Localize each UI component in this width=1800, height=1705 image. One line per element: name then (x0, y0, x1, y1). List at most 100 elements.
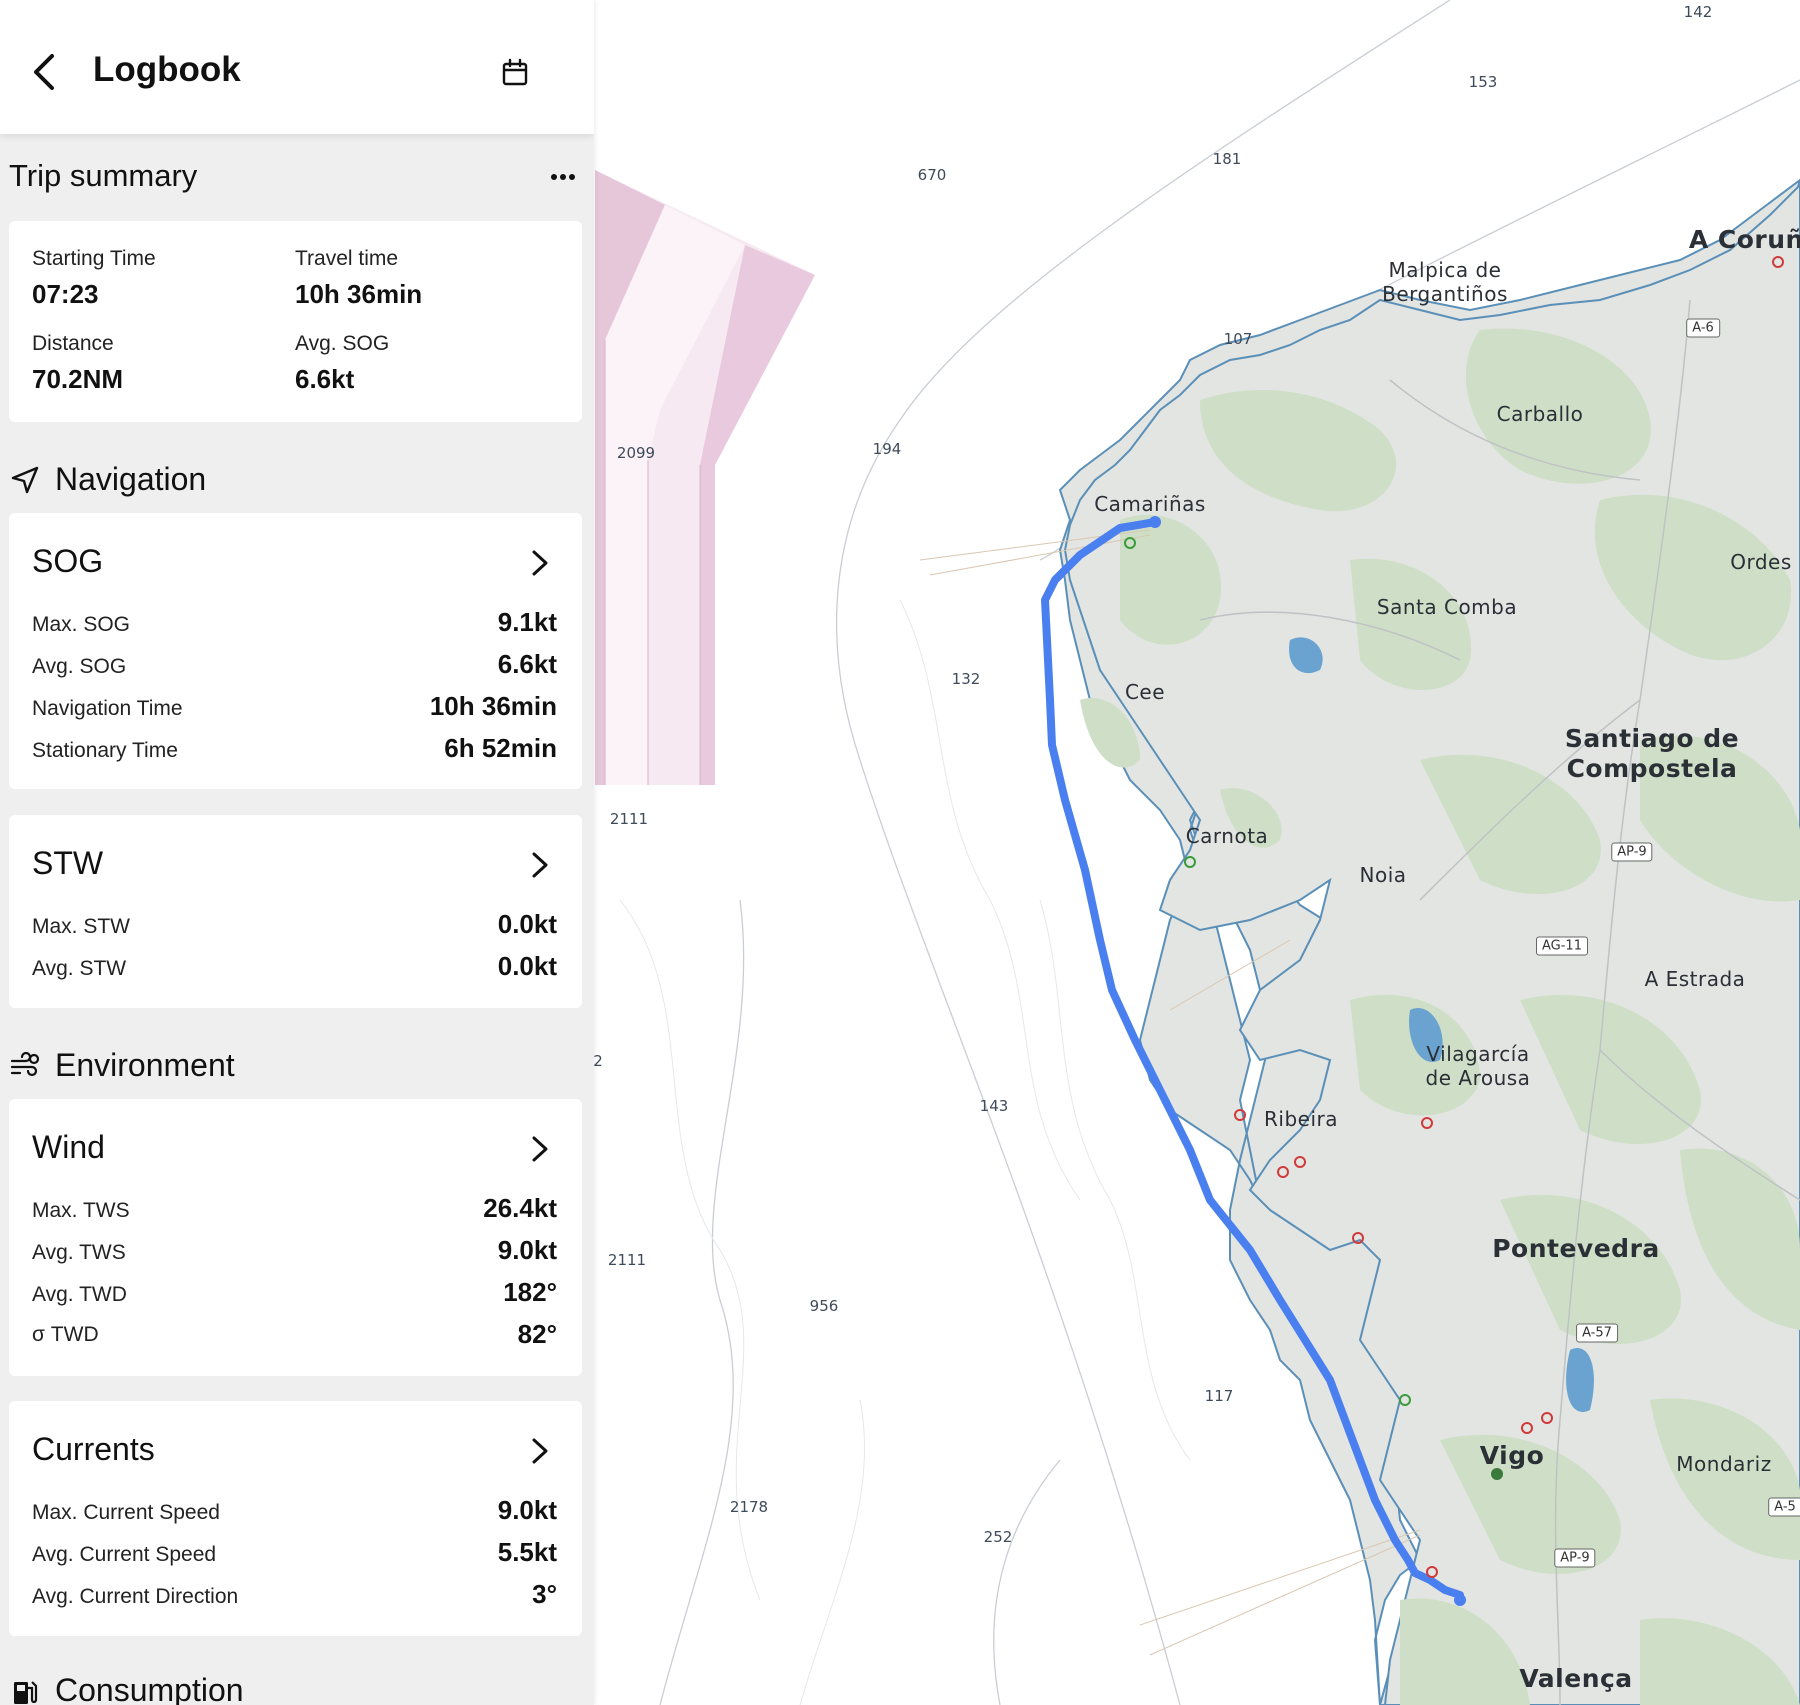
depth-label: 956 (809, 1297, 839, 1315)
wind-icon (10, 1051, 40, 1077)
depth-label: 153 (1468, 73, 1498, 91)
depth-label: 670 (917, 166, 947, 184)
depth-label: 117 (1204, 1387, 1234, 1405)
depth-label: 2 (593, 1052, 603, 1070)
more-options-icon[interactable] (550, 170, 576, 184)
town-label[interactable]: Camariñas (1094, 492, 1206, 516)
stat-value: 6h 52min (444, 733, 557, 763)
town-label[interactable]: Pontevedra (1492, 1234, 1660, 1264)
stat-label: Avg. Current Direction (32, 1585, 239, 1608)
depth-label: 2178 (729, 1498, 769, 1516)
sog-title: SOG (32, 543, 104, 579)
depth-label: 143 (979, 1097, 1009, 1115)
depth-label: 252 (983, 1528, 1013, 1546)
panel-header: Logbook (0, 0, 594, 134)
stat-value: 5.5kt (497, 1537, 557, 1567)
stat-label: Avg. Current Speed (32, 1543, 217, 1566)
town-label[interactable]: Malpica de Bergantiños (1380, 258, 1510, 306)
town-label[interactable]: Ribeira (1264, 1107, 1338, 1131)
town-label[interactable]: Santiago de Compostela (1552, 724, 1752, 784)
navigation-section-header: Navigation (0, 455, 594, 505)
chevron-right-icon[interactable] (529, 548, 551, 578)
stat-value: 82° (517, 1319, 557, 1349)
depth-label: 107 (1223, 330, 1253, 348)
road-shield: AP-9 (1611, 842, 1653, 862)
stat-value: 0.0kt (497, 951, 557, 981)
wind-card[interactable]: Wind Max. TWS 26.4kt Avg. TWS 9.0kt Avg.… (9, 1099, 582, 1376)
summary-value: 10h 36min (295, 279, 423, 309)
stat-value: 9.0kt (497, 1235, 557, 1265)
calendar-icon[interactable] (500, 58, 530, 88)
page-title: Logbook (93, 50, 241, 89)
stw-title: STW (32, 845, 104, 881)
town-label[interactable]: Vilagarcía de Arousa (1418, 1042, 1538, 1090)
stat-label: Avg. TWD (32, 1283, 127, 1306)
stat-value: 182° (503, 1277, 557, 1307)
stw-card[interactable]: STW Max. STW 0.0kt Avg. STW 0.0kt (9, 815, 582, 1008)
back-arrow-icon[interactable] (26, 50, 60, 94)
environment-section-header: Environment (0, 1041, 594, 1091)
stat-label: Avg. SOG (32, 655, 127, 678)
consumption-heading: Consumption (55, 1672, 244, 1705)
town-label[interactable]: A Estrada (1645, 967, 1746, 991)
road-shield: AG-11 (1536, 936, 1588, 956)
route-end-marker[interactable] (1454, 1594, 1466, 1606)
summary-value: 6.6kt (295, 364, 355, 394)
chevron-right-icon[interactable] (529, 850, 551, 880)
road-shield: A-57 (1576, 1323, 1618, 1343)
town-label[interactable]: Vigo (1480, 1441, 1545, 1471)
town-label[interactable]: Santa Comba (1377, 595, 1517, 619)
fuel-pump-icon (14, 1681, 38, 1704)
summary-value: 70.2NM (32, 364, 124, 394)
shipping-lane (595, 170, 815, 785)
stat-value: 6.6kt (497, 649, 557, 679)
town-label[interactable]: Noia (1359, 863, 1406, 887)
town-label[interactable]: Mondariz (1676, 1452, 1771, 1476)
depth-label: 132 (951, 670, 981, 688)
summary-label: Distance (32, 332, 114, 355)
chevron-right-icon[interactable] (529, 1134, 551, 1164)
trip-summary-title: Trip summary (9, 158, 198, 193)
stat-label: Max. STW (32, 915, 130, 938)
stat-value: 9.0kt (497, 1495, 557, 1525)
navigation-arrow-icon (11, 466, 39, 494)
depth-label: 2099 (616, 444, 656, 462)
stat-value: 0.0kt (497, 909, 557, 939)
road-shield: A-5 (1768, 1497, 1800, 1517)
logbook-panel: Logbook Trip summary Starting Time 07:23… (0, 0, 594, 1705)
stat-value: 3° (532, 1579, 557, 1609)
depth-label: 194 (872, 440, 902, 458)
stat-value: 9.1kt (497, 607, 557, 637)
summary-label: Starting Time (32, 247, 156, 270)
town-label[interactable]: Carballo (1497, 402, 1584, 426)
route-start-marker[interactable] (1149, 516, 1161, 528)
town-label[interactable]: Ordes (1730, 550, 1792, 574)
sog-card[interactable]: SOG Max. SOG 9.1kt Avg. SOG 6.6kt Naviga… (9, 513, 582, 789)
currents-card[interactable]: Currents Max. Current Speed 9.0kt Avg. C… (9, 1401, 582, 1636)
road-shield: AP-9 (1554, 1548, 1596, 1568)
stat-label: Max. Current Speed (32, 1501, 220, 1524)
chevron-right-icon[interactable] (529, 1436, 551, 1466)
summary-label: Travel time (295, 247, 399, 270)
depth-label: 142 (1683, 3, 1713, 21)
town-label[interactable]: A Coruña (1689, 225, 1800, 255)
town-label[interactable]: Cee (1125, 680, 1165, 704)
stat-value: 26.4kt (483, 1193, 557, 1223)
depth-label: 2111 (607, 1251, 647, 1269)
road-shield: A-6 (1686, 318, 1720, 338)
stat-label: Navigation Time (32, 697, 183, 720)
stat-label: Stationary Time (32, 739, 178, 762)
trip-summary-card: Starting Time 07:23 Travel time 10h 36mi… (9, 221, 582, 422)
stat-label: Avg. TWS (32, 1241, 126, 1264)
environment-heading: Environment (55, 1047, 235, 1083)
currents-title: Currents (32, 1431, 155, 1467)
summary-value: 07:23 (32, 279, 99, 309)
stat-label: Max. TWS (32, 1199, 130, 1222)
town-label[interactable]: Valença (1519, 1664, 1632, 1694)
depth-label: 2111 (609, 810, 649, 828)
stat-value: 10h 36min (429, 691, 557, 721)
town-label[interactable]: Carnota (1186, 824, 1269, 848)
consumption-section-header: Consumption (0, 1666, 594, 1705)
depth-label: 181 (1212, 150, 1242, 168)
stat-label: σ TWD (32, 1323, 99, 1346)
